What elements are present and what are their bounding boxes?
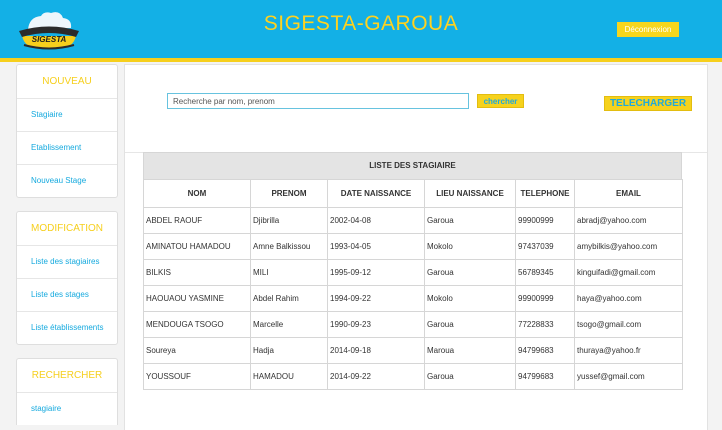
cell-nom: AMINATOU HAMADOU [143, 233, 251, 260]
cell-nom: BILKIS [143, 259, 251, 286]
sidebar-item-etablissement[interactable]: Etablissement [17, 132, 117, 165]
sidebar-heading-modification: MODIFICATION [17, 212, 117, 246]
cell-lieu-naissance: Maroua [424, 337, 516, 364]
table-row[interactable]: YOUSSOUF HAMADOU 2014-09-22 Garoua 94799… [143, 363, 683, 390]
app-header: SIGESTA SIGESTA-GAROUA Déconnexion [0, 0, 722, 58]
cell-nom: YOUSSOUF [143, 363, 251, 390]
table-row[interactable]: HAOUAOU YASMINE Abdel Rahim 1994-09-22 M… [143, 285, 683, 312]
table-row[interactable]: ABDEL RAOUF Djibrilla 2002-04-08 Garoua … [143, 207, 683, 234]
cell-nom: ABDEL RAOUF [143, 207, 251, 234]
cell-lieu-naissance: Mokolo [424, 233, 516, 260]
sidebar-heading-rechercher: RECHERCHER [17, 359, 117, 393]
search-input[interactable] [167, 93, 469, 109]
cell-date-naissance: 1990-09-23 [327, 311, 425, 338]
table-row[interactable]: BILKIS MILI 1995-09-12 Garoua 56789345 k… [143, 259, 683, 286]
sidebar-item-liste-etablissements[interactable]: Liste établissements [17, 312, 117, 344]
cell-date-naissance: 2014-09-18 [327, 337, 425, 364]
sidebar-section-modification: MODIFICATION Liste des stagiaires Liste … [16, 211, 118, 345]
column-header-telephone: TELEPHONE [515, 179, 575, 208]
column-header-date-naissance: DATE NAISSANCE [327, 179, 425, 208]
app-title: SIGESTA-GAROUA [263, 12, 459, 35]
column-header-lieu-naissance: LIEU NAISSANCE [424, 179, 516, 208]
sidebar-heading-nouveau: NOUVEAU [17, 65, 117, 99]
cell-email: kinguifadi@gmail.com [574, 259, 683, 286]
cell-lieu-naissance: Garoua [424, 259, 516, 286]
sidebar-item-liste-stagiaires[interactable]: Liste des stagiaires [17, 246, 117, 279]
cell-telephone: 99900999 [515, 285, 575, 312]
cell-email: amybilkis@yahoo.com [574, 233, 683, 260]
stagiaire-table: LISTE DES STAGIAIRE NOM PRENOM DATE NAIS… [143, 152, 683, 390]
cell-date-naissance: 2002-04-08 [327, 207, 425, 234]
cell-date-naissance: 1995-09-12 [327, 259, 425, 286]
cell-telephone: 99900999 [515, 207, 575, 234]
table-header-row: NOM PRENOM DATE NAISSANCE LIEU NAISSANCE… [143, 179, 683, 208]
download-button[interactable]: TELECHARGER [604, 96, 692, 111]
cell-email: haya@yahoo.com [574, 285, 683, 312]
cell-date-naissance: 1994-09-22 [327, 285, 425, 312]
table-row[interactable]: AMINATOU HAMADOU Amne Balkissou 1993-04-… [143, 233, 683, 260]
cell-lieu-naissance: Garoua [424, 363, 516, 390]
cell-prenom: Amne Balkissou [250, 233, 328, 260]
cell-prenom: Hadja [250, 337, 328, 364]
search-button[interactable]: chercher [477, 94, 524, 108]
logout-button[interactable]: Déconnexion [617, 22, 679, 37]
header-stripe [0, 58, 722, 62]
cell-prenom: Marcelle [250, 311, 328, 338]
column-header-email: EMAIL [574, 179, 683, 208]
column-header-prenom: PRENOM [250, 179, 328, 208]
cell-prenom: MILI [250, 259, 328, 286]
sidebar-item-nouveau-stage[interactable]: Nouveau Stage [17, 165, 117, 197]
sidebar-item-search-stagiaire[interactable]: stagiaire [17, 393, 117, 425]
cell-telephone: 97437039 [515, 233, 575, 260]
sidebar-section-nouveau: NOUVEAU Stagiaire Etablissement Nouveau … [16, 64, 118, 198]
table-row[interactable]: Soureya Hadja 2014-09-18 Maroua 94799683… [143, 337, 683, 364]
cell-prenom: Djibrilla [250, 207, 328, 234]
sidebar-item-liste-stages[interactable]: Liste des stages [17, 279, 117, 312]
cell-lieu-naissance: Garoua [424, 311, 516, 338]
cell-email: tsogo@gmail.com [574, 311, 683, 338]
cell-telephone: 94799683 [515, 363, 575, 390]
cell-prenom: HAMADOU [250, 363, 328, 390]
cell-email: abradj@yahoo.com [574, 207, 683, 234]
table-caption: LISTE DES STAGIAIRE [143, 152, 682, 179]
cell-lieu-naissance: Garoua [424, 207, 516, 234]
cell-nom: MENDOUGA TSOGO [143, 311, 251, 338]
column-header-nom: NOM [143, 179, 251, 208]
cell-date-naissance: 2014-09-22 [327, 363, 425, 390]
logo-text: SIGESTA [32, 35, 67, 44]
cell-telephone: 56789345 [515, 259, 575, 286]
cell-telephone: 77228833 [515, 311, 575, 338]
cell-email: yussef@gmail.com [574, 363, 683, 390]
cell-date-naissance: 1993-04-05 [327, 233, 425, 260]
cell-nom: Soureya [143, 337, 251, 364]
cell-telephone: 94799683 [515, 337, 575, 364]
sidebar-section-rechercher: RECHERCHER stagiaire [16, 358, 118, 425]
cell-nom: HAOUAOU YASMINE [143, 285, 251, 312]
table-row[interactable]: MENDOUGA TSOGO Marcelle 1990-09-23 Garou… [143, 311, 683, 338]
cell-prenom: Abdel Rahim [250, 285, 328, 312]
cell-email: thuraya@yahoo.fr [574, 337, 683, 364]
cell-lieu-naissance: Mokolo [424, 285, 516, 312]
sidebar-item-stagiaire[interactable]: Stagiaire [17, 99, 117, 132]
